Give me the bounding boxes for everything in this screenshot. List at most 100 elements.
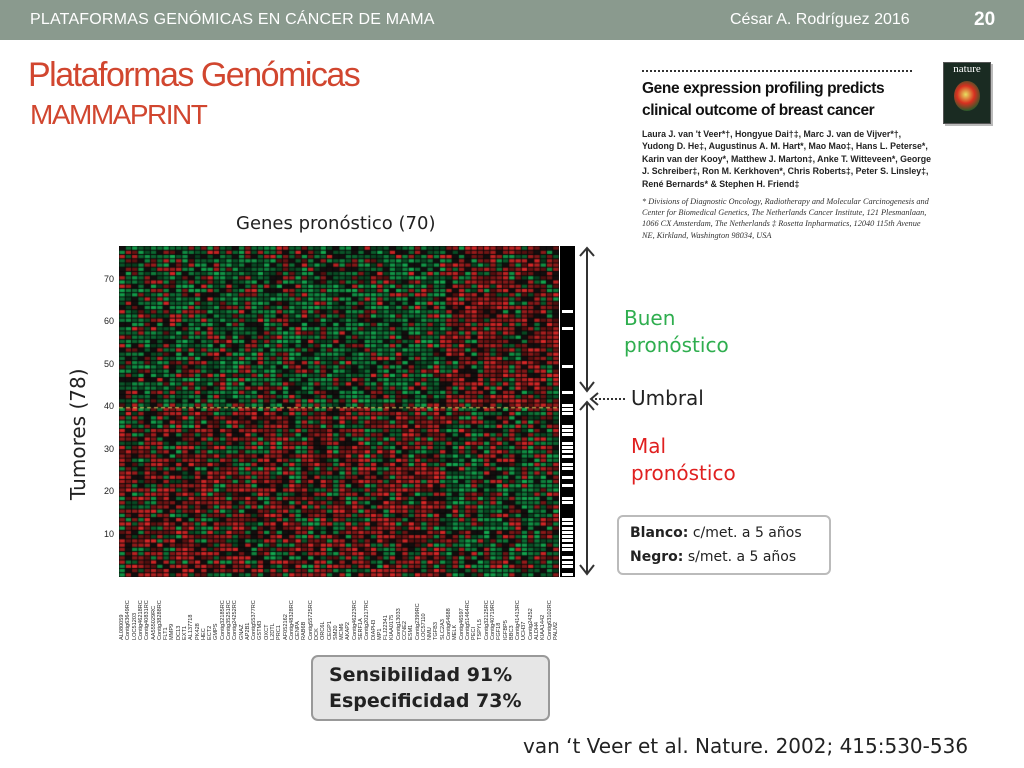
citation: van ‘t Veer et al. Nature. 2002; 415:530… (523, 734, 969, 758)
gene-label: AF052162 (282, 614, 289, 640)
gene-label: Contig51464RC (464, 600, 471, 640)
status-row-white (562, 496, 573, 500)
status-row-white (562, 547, 573, 551)
dotted-rule (642, 70, 912, 72)
cover-image (954, 81, 980, 111)
bad-prognosis-text: Mal pronóstico (631, 434, 736, 485)
y-tick-label: 20 (104, 486, 115, 497)
gene-label: CEGP1 (326, 621, 333, 640)
gene-label: PALM2 (552, 622, 559, 640)
status-row-white (562, 501, 573, 505)
legend-white-key: Blanco: (630, 525, 689, 541)
status-row-white (562, 403, 573, 407)
status-row-white (562, 467, 573, 471)
gene-label: TSPYL5 (477, 619, 484, 640)
status-row-white (562, 573, 573, 577)
gene-label: Contig40831RC (144, 600, 151, 640)
status-row-white (562, 522, 573, 526)
status-row-white (562, 564, 573, 568)
status-row-white (562, 412, 573, 416)
gene-label: Contig46597 (458, 608, 465, 640)
specificity-text: Especificidad 73% (329, 690, 522, 712)
status-row-white (562, 518, 573, 522)
bad-prognosis-label: Mal pronóstico (631, 433, 751, 487)
gene-label: MP1 (376, 628, 383, 640)
status-row-white (562, 433, 573, 437)
threshold-label: Umbral (631, 386, 704, 410)
gene-label: AKAP2 (345, 621, 352, 640)
legend-white-row: Blanco: c/met. a 5 años (630, 525, 802, 541)
slide-header-bar: PLATAFORMAS GENÓMICAS EN CÁNCER DE MAMA … (0, 0, 1024, 40)
status-row-white (562, 424, 573, 428)
status-row-white (562, 446, 573, 450)
paper-authors: Laura J. van 't Veer*†, Hongyue Dai†‡, M… (642, 129, 931, 189)
status-row-white (562, 539, 573, 543)
sensitivity-text: Sensibilidad 91% (329, 664, 513, 686)
gene-labels: AL080059 Contig63649RC LOC51203 Contig46218… (119, 580, 559, 640)
gene-label: Contig38288RC (156, 600, 163, 640)
gene-label: LOC51203 (131, 612, 138, 640)
gene-label: AL137718 (188, 614, 195, 640)
status-row-white (562, 310, 573, 314)
gene-label: ESM1 (408, 624, 415, 640)
status-row-white (562, 526, 573, 530)
gene-label: BBC3 (508, 625, 515, 640)
gene-label: RAB6B (301, 621, 308, 640)
threshold-pointer-arrow (589, 392, 625, 406)
status-row-white (562, 560, 573, 564)
status-row-white (562, 407, 573, 411)
gene-label: PK428 (194, 623, 201, 640)
gene-label: DC13 (175, 625, 182, 640)
y-tick-label: 70 (104, 273, 115, 284)
bad-prognosis-arrow (579, 400, 595, 576)
gene-label: Contig24252 (527, 608, 534, 640)
status-row-white (562, 530, 573, 534)
gene-label: UCH37 (521, 621, 528, 640)
gene-label: AP2B1 (244, 622, 251, 640)
gene-label: Contig63102RC (546, 600, 553, 640)
status-row-white (562, 390, 573, 394)
gene-label: OXCT (263, 624, 270, 640)
gene-label: HEC (200, 628, 207, 640)
legend-white-value: c/met. a 5 años (692, 525, 802, 541)
y-tick-label: 50 (104, 358, 115, 369)
y-tick-label: 10 (104, 528, 115, 539)
y-tick-label: 40 (104, 401, 115, 412)
slide-title: Plataformas Genómicas (28, 56, 361, 94)
gene-label: AA555029RC (150, 605, 157, 640)
metastasis-status-bar (560, 246, 575, 577)
performance-box: Sensibilidad 91% Especificidad 73% (311, 655, 550, 721)
expression-heatmap (119, 246, 559, 577)
gene-label: Contig32185RC (219, 600, 226, 640)
status-row-white (562, 429, 573, 433)
good-prognosis-arrow (579, 246, 595, 393)
y-tick-label: 60 (104, 316, 115, 327)
status-row-white (562, 450, 573, 454)
status-row-white (562, 327, 573, 331)
legend-black-key: Negro: (630, 549, 684, 565)
status-row-white (562, 543, 573, 547)
y-tick-label: 30 (104, 443, 115, 454)
status-row-white (562, 484, 573, 488)
good-prognosis-label: Buen pronóstico (624, 305, 744, 359)
status-row-white (562, 365, 573, 369)
gene-label: Contig13033 (395, 608, 402, 640)
gene-label: GSTM3 (257, 620, 264, 640)
gene-label: TGFB3 (433, 621, 440, 640)
status-row-white (562, 441, 573, 445)
gene-label: FGF18 (496, 622, 503, 640)
gene-label: Contig55725RC (307, 600, 314, 640)
gene-label: GMPS (213, 623, 220, 640)
legend-black-row: Negro: s/met. a 5 años (630, 549, 796, 565)
gene-label: Contig20217RC (364, 600, 371, 640)
gene-label: KIAA1442 (540, 614, 547, 640)
gene-label: Contig24252RC (232, 600, 239, 640)
gene-label: Contig63649RC (125, 600, 132, 640)
journal-cover-label: nature (953, 63, 981, 75)
gene-label: MELK (452, 624, 459, 640)
gene-label: Contig2399RC (414, 603, 421, 640)
gene-label: ORC6L (320, 621, 327, 640)
status-row-white (562, 454, 573, 458)
gene-label: DIAPH3 (370, 619, 377, 640)
gene-label: LOC57110 (420, 613, 427, 640)
